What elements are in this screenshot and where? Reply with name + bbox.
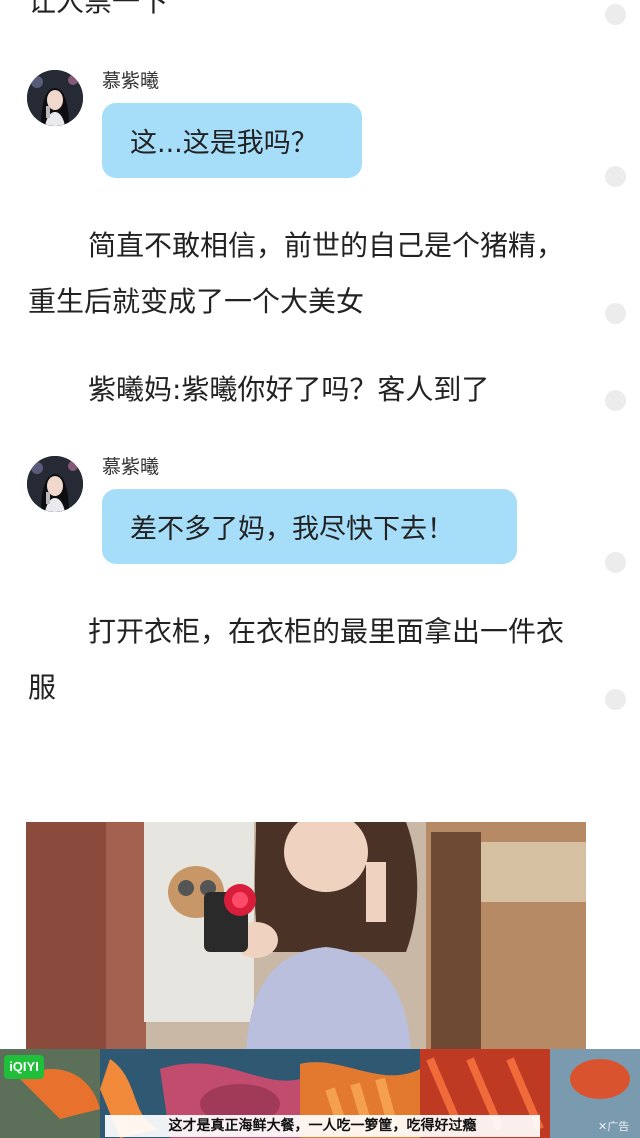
message-sender-name: 慕紫曦 [102,456,160,478]
scroll-marker-dot [605,4,626,25]
story-paragraph-text: 简直不敢相信，前世的自己是个猪精，重生后就变成了一个大美女 [28,229,565,318]
ad-close-icon[interactable]: ✕ [598,1120,607,1133]
avatar-girl-microphone-icon[interactable] [27,70,83,126]
ad-tag-text: 广告 [607,1120,630,1133]
chat-bubble[interactable]: 差不多了妈，我尽快下去！ [102,489,517,564]
ad-caption[interactable]: 这才是真正海鲜大餐，一人吃一箩筐，吃得好过瘾 [105,1115,540,1137]
scroll-marker-dot [605,689,626,710]
story-paragraph: 打开衣柜，在衣柜的最里面拿出一件衣服 [28,604,588,716]
story-paragraph: 简直不敢相信，前世的自己是个猪精，重生后就变成了一个大美女 [28,218,588,330]
story-paragraph-text: 紫曦妈:紫曦你好了吗？客人到了 [88,373,490,406]
story-paragraph-text: 打开衣柜，在衣柜的最里面拿出一件衣服 [28,615,565,704]
scroll-marker-dot [605,303,626,324]
iqiyi-logo: iQIYI [4,1055,44,1079]
ad-label: ✕广告 [598,1118,629,1134]
avatar-girl-microphone-icon[interactable] [27,456,83,512]
story-text-top: 让人禁一下 [28,0,169,18]
story-paragraph: 紫曦妈:紫曦你好了吗？客人到了 [28,362,588,418]
story-illustration-image [26,822,586,1050]
chat-bubble[interactable]: 这...这是我吗？ [102,103,362,178]
scroll-marker-dot [605,390,626,411]
scroll-marker-dot [605,552,626,573]
message-sender-name: 慕紫曦 [102,70,160,92]
scroll-marker-dot [605,166,626,187]
